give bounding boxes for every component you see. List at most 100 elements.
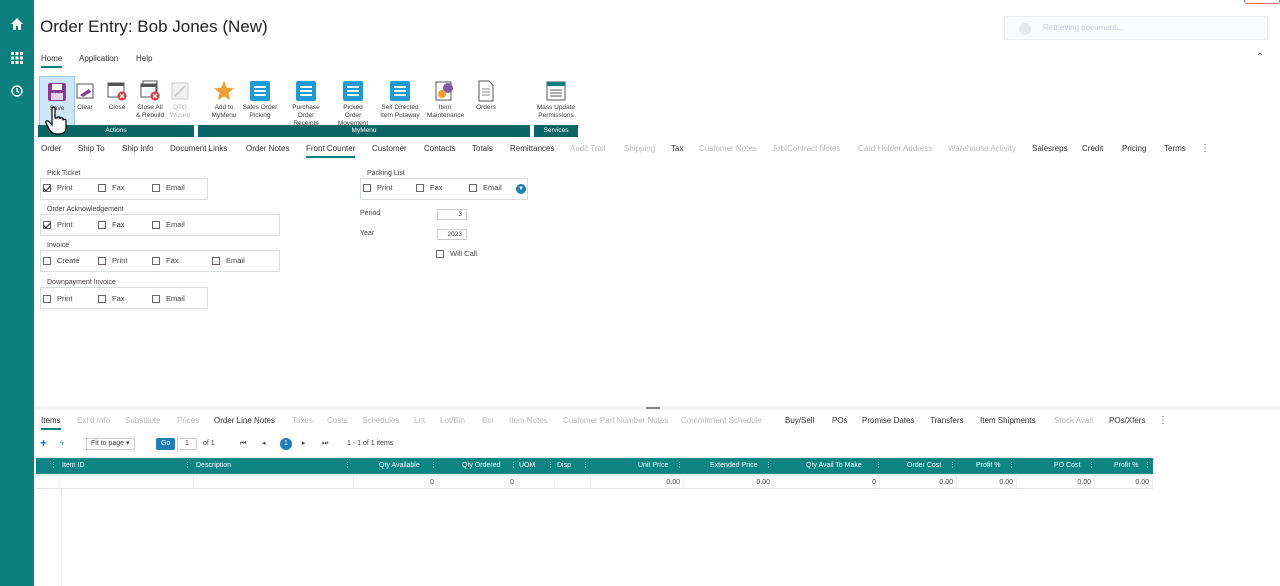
cell-qty-ordered[interactable]: 0 xyxy=(438,476,518,489)
next-page-icon[interactable]: ▸ xyxy=(302,437,306,451)
will-call-checkbox[interactable]: Will Call xyxy=(436,249,477,258)
tab-order[interactable]: Order xyxy=(41,142,61,156)
tab-credit[interactable]: Credit xyxy=(1082,142,1103,156)
pick-ticket-fax-checkbox[interactable]: Fax xyxy=(98,183,125,192)
tab-remittances[interactable]: Remittances xyxy=(510,142,554,156)
apps-grid-icon[interactable] xyxy=(0,47,34,69)
tab-order-notes[interactable]: Order Notes xyxy=(246,142,290,156)
packing-list-print-checkbox[interactable]: Print xyxy=(363,183,392,192)
tab-front-counter[interactable]: Front Counter xyxy=(306,142,356,158)
order-ack-fax-checkbox[interactable]: Fax xyxy=(98,220,125,229)
tab-tax[interactable]: Tax xyxy=(671,142,683,156)
sales-order-picking-button[interactable]: Sales Order Picking xyxy=(242,76,278,126)
current-page-button[interactable]: 1 xyxy=(280,438,292,450)
packing-list-email-checkbox[interactable]: Email xyxy=(469,183,502,192)
orders-button[interactable]: Orders xyxy=(468,76,504,126)
home-icon[interactable] xyxy=(0,13,34,35)
cell-disp[interactable] xyxy=(555,476,591,489)
order-ack-print-checkbox[interactable]: Print xyxy=(43,220,72,229)
column-menu-icon[interactable]: ⋮ xyxy=(50,458,57,474)
add-to-mymenu-button[interactable]: Add to MyMenu xyxy=(206,76,242,126)
col-qty-ordered[interactable]: Qty Ordered xyxy=(462,458,501,474)
packing-list-fax-checkbox[interactable]: Fax xyxy=(416,183,443,192)
downpayment-email-checkbox[interactable]: Email xyxy=(152,294,185,303)
order-ack-email-checkbox[interactable]: Email xyxy=(152,220,185,229)
last-page-icon[interactable]: ⏭ xyxy=(322,437,328,451)
qto-wizard-button[interactable]: QTO Wizard xyxy=(162,76,198,126)
menu-help[interactable]: Help xyxy=(136,50,152,68)
downpayment-fax-checkbox[interactable]: Fax xyxy=(98,294,125,303)
line-item-tabs: Items Ext'd Info Substitute Prices Order… xyxy=(34,414,1280,430)
cell-order-cost: 0.00 xyxy=(880,476,957,489)
invoice-create-checkbox[interactable]: Create xyxy=(43,256,80,265)
invoice-email-checkbox[interactable]: Email xyxy=(212,256,245,265)
tab-items[interactable]: Items xyxy=(41,414,61,430)
period-input[interactable]: 3 xyxy=(437,209,467,220)
go-button[interactable]: Go xyxy=(156,438,176,450)
cell-description[interactable] xyxy=(194,476,354,489)
menu-home[interactable]: Home xyxy=(41,50,63,68)
col-qty-available[interactable]: Qty Available xyxy=(379,458,420,474)
tab-customer[interactable]: Customer xyxy=(372,142,407,156)
col-profit-pct-2[interactable]: Profit % xyxy=(1114,458,1139,474)
tab-totals[interactable]: Totals xyxy=(472,142,493,156)
col-description[interactable]: Description xyxy=(196,458,231,474)
pick-ticket-print-checkbox[interactable]: Print xyxy=(43,183,72,192)
group-mymenu: MyMenu xyxy=(198,125,530,137)
tab-document-links[interactable]: Document Links xyxy=(170,142,227,156)
tab-transfers[interactable]: Transfers xyxy=(930,414,964,428)
tab-pricing[interactable]: Pricing xyxy=(1122,142,1146,156)
mass-update-button[interactable]: Mass Update Permissions xyxy=(534,76,578,126)
invoice-print-checkbox[interactable]: Print xyxy=(98,256,127,265)
tab-item-shipments[interactable]: Item Shipments xyxy=(980,414,1036,428)
po-receipts-button[interactable]: Purchase Order Receipts xyxy=(284,76,328,127)
cell-uom[interactable] xyxy=(518,476,555,489)
col-po-cost[interactable]: PO Cost xyxy=(1054,458,1080,474)
fit-to-page-select[interactable]: Fit to page ▾ xyxy=(86,438,135,450)
tab-pos[interactable]: POs xyxy=(832,414,848,428)
more-bottom-tabs-icon[interactable]: ⋮ xyxy=(1158,415,1168,426)
lightning-icon[interactable]: ϟ xyxy=(60,437,64,451)
close-button[interactable]: Close xyxy=(99,76,135,126)
history-icon[interactable] xyxy=(0,80,34,102)
tab-promise-dates[interactable]: Promise Dates xyxy=(862,414,914,428)
tab-pos-xfers[interactable]: POs/Xfers xyxy=(1109,414,1145,428)
year-input[interactable]: 2023 xyxy=(437,229,467,240)
col-extended-price[interactable]: Extended Price xyxy=(710,458,757,474)
tab-ship-info[interactable]: Ship Info xyxy=(122,142,154,156)
col-order-cost[interactable]: Order Cost xyxy=(907,458,941,474)
col-uom[interactable]: UOM xyxy=(519,458,535,474)
add-row-icon[interactable]: + xyxy=(40,436,47,450)
collapse-ribbon-icon[interactable]: ⌃ xyxy=(1256,52,1264,63)
tab-terms[interactable]: Terms xyxy=(1164,142,1186,156)
picked-order-movement-button[interactable]: Picked Order Movement xyxy=(335,76,371,127)
cell-unit-price[interactable]: 0.00 xyxy=(591,476,684,489)
downpayment-print-checkbox[interactable]: Print xyxy=(43,294,72,303)
invoice-fax-checkbox[interactable]: Fax xyxy=(152,256,179,265)
menubar: Home Application Help xyxy=(34,50,1280,68)
cell-item-id[interactable] xyxy=(60,476,194,489)
tab-buy-sell[interactable]: Buy/Sell xyxy=(785,414,814,428)
col-item-id[interactable]: Item ID xyxy=(62,458,85,474)
tab-salesreps[interactable]: Salesreps xyxy=(1032,142,1068,156)
row-selector[interactable] xyxy=(36,476,60,489)
tab-contacts[interactable]: Contacts xyxy=(424,142,456,156)
col-qty-avail-to-make[interactable]: Qty Avail To Make xyxy=(806,458,862,474)
pick-ticket-email-checkbox[interactable]: Email xyxy=(152,183,185,192)
panel-splitter[interactable] xyxy=(34,406,1280,410)
col-unit-price[interactable]: Unit Price xyxy=(638,458,668,474)
item-maintenance-button[interactable]: Item Maintenance xyxy=(427,76,464,126)
tab-order-line-notes[interactable]: Order Line Notes xyxy=(214,414,275,428)
menu-application[interactable]: Application xyxy=(79,50,118,68)
top-red-button[interactable] xyxy=(1244,0,1280,4)
first-page-icon[interactable]: ⏮ xyxy=(240,437,246,451)
item-putaway-button[interactable]: Self Directed Item Putaway xyxy=(380,76,420,126)
clear-button[interactable]: Clear xyxy=(67,76,103,126)
table-row[interactable]: 0 0 0.00 0.00 0 0.00 0.00 0.00 0.00 xyxy=(36,475,1153,489)
tab-ship-to[interactable]: Ship To xyxy=(78,142,105,156)
more-tabs-icon[interactable]: ⋮ xyxy=(1200,143,1210,154)
prev-page-icon[interactable]: ◂ xyxy=(262,437,266,451)
page-input[interactable]: 1 xyxy=(177,438,197,450)
col-disp[interactable]: Disp xyxy=(557,458,571,474)
col-profit-pct[interactable]: Profit % xyxy=(976,458,1001,474)
